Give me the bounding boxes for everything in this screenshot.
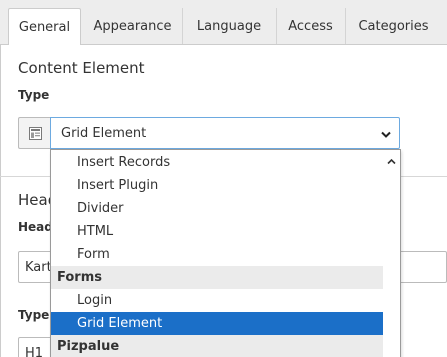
tab-appearance[interactable]: Appearance: [84, 8, 181, 46]
dropdown-option[interactable]: HTML: [51, 220, 384, 243]
tab-label: Appearance: [93, 19, 172, 34]
tab-access[interactable]: Access: [277, 8, 344, 46]
dropdown-option[interactable]: Form: [51, 243, 384, 266]
header-field-label: Head: [18, 220, 53, 234]
type-dropdown-list[interactable]: Insert Records Insert Plugin Divider HTM…: [50, 149, 401, 357]
tab-label: Language: [196, 19, 262, 34]
section-title-content-element: Content Element: [18, 59, 145, 77]
dropdown-scrollbar[interactable]: [383, 150, 400, 357]
tab-language[interactable]: Language: [183, 8, 275, 46]
dropdown-group-header: Forms: [51, 266, 384, 289]
type-select-value: Grid Element: [61, 126, 147, 141]
chevron-down-icon: [381, 128, 391, 143]
tab-bar: General Appearance Language Access Categ…: [0, 0, 447, 46]
tab-label: General: [18, 20, 71, 35]
content-element-icon: [18, 117, 51, 149]
dropdown-option-selected[interactable]: Grid Element: [51, 312, 384, 335]
dropdown-option[interactable]: Divider: [51, 197, 384, 220]
header-input-value: Kart: [25, 260, 52, 275]
tab-label: Access: [288, 19, 333, 34]
header-type-label: Type: [18, 308, 50, 322]
tab-categories[interactable]: Categories: [346, 8, 441, 46]
chevron-up-icon[interactable]: [387, 154, 396, 169]
tab-general[interactable]: General: [8, 8, 81, 46]
dropdown-option[interactable]: Insert Plugin: [51, 174, 384, 197]
dropdown-group-header: Pizpalue: [51, 335, 384, 357]
dropdown-option[interactable]: Login: [51, 289, 384, 312]
type-select[interactable]: Grid Element: [50, 117, 400, 149]
type-field-label: Type: [18, 88, 50, 102]
tab-label: Categories: [358, 19, 429, 34]
dropdown-option[interactable]: Insert Records: [51, 151, 384, 174]
header-type-value: H1: [25, 346, 44, 357]
